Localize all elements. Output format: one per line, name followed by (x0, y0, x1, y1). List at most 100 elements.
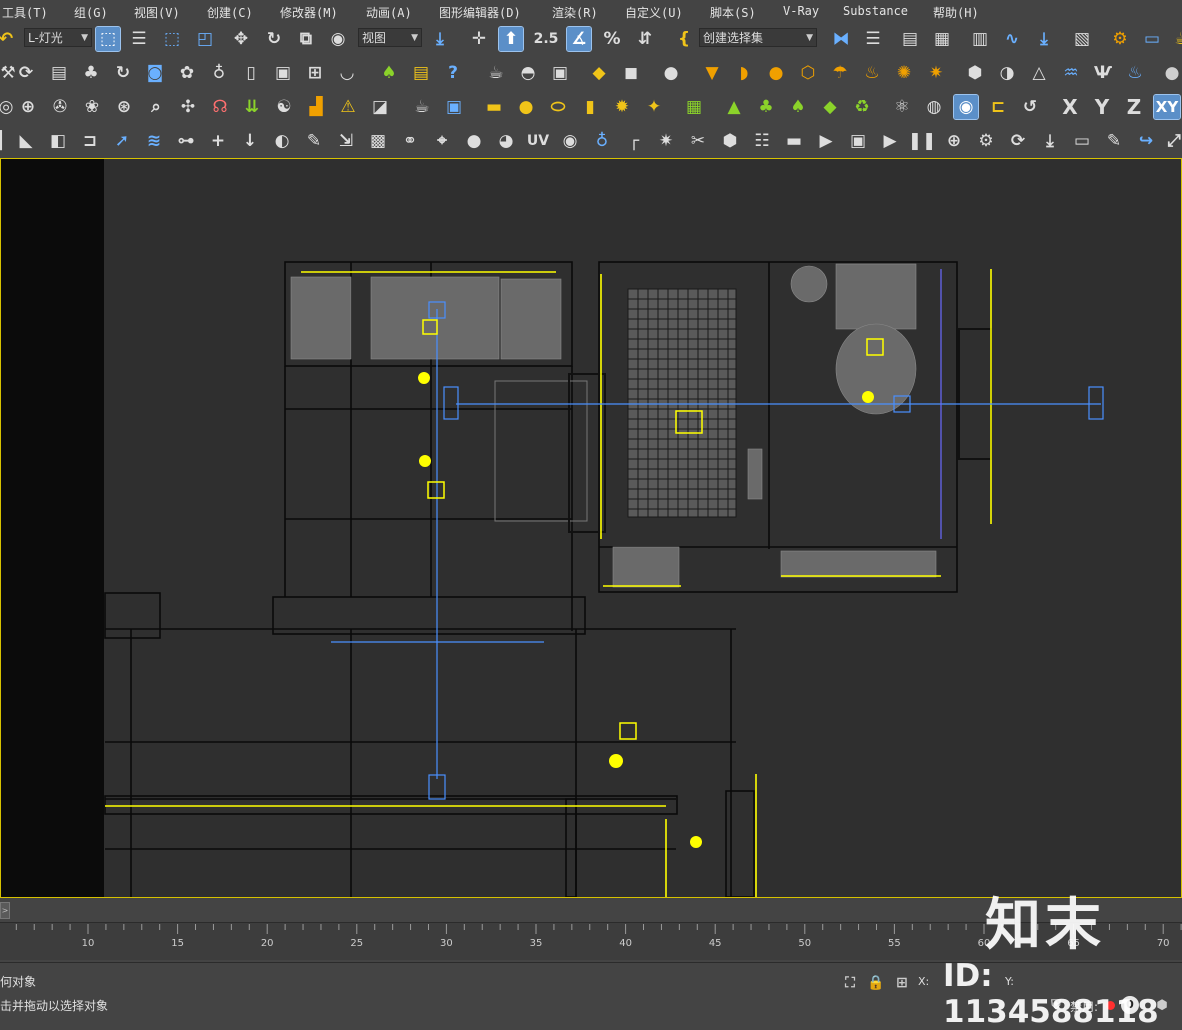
ies-light-icon[interactable]: ☂ (828, 61, 852, 85)
white-sphere-icon[interactable]: ● (462, 129, 486, 153)
leaf-icon[interactable]: ♠ (786, 95, 810, 119)
cycle-icon[interactable]: ↻ (111, 61, 135, 85)
scissors-icon[interactable]: ✂ (686, 129, 710, 153)
percent-snap-icon[interactable]: % (600, 27, 624, 51)
grid-cross-icon[interactable]: ⊞ (303, 61, 327, 85)
sphere-light-round-icon[interactable]: ● (514, 95, 538, 119)
settings-icon[interactable]: ⚙ (974, 129, 998, 153)
axis-y-button[interactable]: Y (1090, 95, 1114, 119)
dome-light-icon[interactable]: ◆ (587, 61, 611, 85)
field-icon[interactable]: ⊕ (16, 95, 40, 119)
scale-icon[interactable]: ⧉ (294, 27, 318, 51)
sphere-half-light-icon[interactable]: ◗ (732, 61, 756, 85)
menu-vray[interactable]: V-Ray (783, 4, 819, 18)
extrude-icon[interactable]: ◧ (46, 129, 70, 153)
sliders-icon[interactable]: ☷ (750, 129, 774, 153)
fur-icon[interactable]: ♒ (1059, 61, 1083, 85)
film-icon[interactable]: ▣ (271, 61, 295, 85)
pause-icon[interactable]: ❚❚ (908, 129, 937, 153)
menu-graph-editors[interactable]: 图形编辑器(D) (439, 4, 521, 21)
double-chevron-down-icon[interactable]: ⇊ (240, 95, 264, 119)
forest-icon[interactable]: ♠ (377, 61, 401, 85)
light-bulb-icon[interactable]: ♁ (590, 129, 614, 153)
triangle-fractal-icon[interactable]: ▲ (722, 95, 746, 119)
vray-frame-icon[interactable]: ▣ (442, 95, 466, 119)
play-icon[interactable]: ▶ (878, 129, 902, 153)
menu-tools[interactable]: 工具(T) (2, 4, 48, 21)
corner-icon[interactable]: ┌ (622, 129, 646, 153)
pencil-icon[interactable]: ✎ (1102, 129, 1126, 153)
sky-icon[interactable]: ✷ (924, 61, 948, 85)
reference-coordinate-dropdown[interactable]: 视图 ▼ (358, 28, 422, 47)
download-icon[interactable]: ⤓ (1038, 129, 1062, 153)
menu-substance[interactable]: Substance (843, 4, 908, 18)
spinner-snap-icon[interactable]: ⇵ (633, 27, 657, 51)
stairs-icon[interactable]: ▟ (304, 95, 328, 119)
frame-icon[interactable]: ▯ (239, 61, 263, 85)
select-by-name-icon[interactable]: ☰ (127, 27, 151, 51)
pivot-center-icon[interactable]: ⤓ (428, 27, 452, 51)
arrow-down-icon[interactable]: ↓ (238, 129, 262, 153)
stack-icon[interactable]: ≋ (142, 129, 166, 153)
cursor-edge-icon[interactable]: ▌ (0, 129, 14, 153)
video-icon[interactable]: ▶ (814, 129, 838, 153)
sync-icon[interactable]: ⟳ (1006, 129, 1030, 153)
select-object-icon[interactable]: ⬚ (95, 26, 121, 52)
refresh-icon[interactable]: ⟳ (14, 61, 38, 85)
magnifier-icon[interactable]: ⌕ (144, 95, 168, 119)
ring-icon[interactable]: ◐ (270, 129, 294, 153)
top-viewport[interactable] (0, 158, 1182, 898)
render-region-icon[interactable]: ▬ (782, 129, 806, 153)
toggle-ribbon-icon[interactable]: ▥ (968, 27, 992, 51)
box-3d-icon[interactable]: ⬢ (718, 129, 742, 153)
pyramid-icon[interactable]: △ (1027, 61, 1051, 85)
menu-rendering[interactable]: 渲染(R) (552, 4, 598, 21)
clover-icon[interactable]: ♣ (754, 95, 778, 119)
archive-icon[interactable]: ▭ (1070, 129, 1094, 153)
sun-burst-icon[interactable]: ✹ (610, 95, 634, 119)
bowl-icon[interactable]: ◡ (335, 61, 359, 85)
layer-dropdown[interactable]: L-灯光 ▼ (24, 28, 92, 47)
menu-modifiers[interactable]: 修改器(M) (280, 4, 338, 21)
bubble-icon[interactable]: ⚛ (890, 95, 914, 119)
material-ball-icon[interactable]: ● (1160, 61, 1182, 85)
sphere-light-icon[interactable]: ● (764, 61, 788, 85)
ambient-light-icon[interactable]: ♨ (860, 61, 884, 85)
rendered-frame-window-icon[interactable]: ▭ (1140, 27, 1164, 51)
hierarchy-icon[interactable]: ⊏ (986, 95, 1010, 119)
named-selection-set-dropdown[interactable]: 创建选择集 ▼ (699, 28, 817, 47)
movie-camera-icon[interactable]: ● (659, 61, 683, 85)
bulb-icon[interactable]: ✦ (642, 95, 666, 119)
history-icon[interactable]: ↺ (1018, 95, 1042, 119)
edit-named-selection-icon[interactable]: { (672, 27, 696, 51)
menu-create[interactable]: 创建(C) (207, 4, 253, 21)
share-icon[interactable]: ✣ (176, 95, 200, 119)
lock-icon[interactable]: 🔒 (864, 971, 888, 995)
curve-editor-icon[interactable]: ∿ (1000, 27, 1024, 51)
uv-button[interactable]: UV (526, 129, 550, 153)
list-panel-icon[interactable]: ▤ (409, 61, 433, 85)
sun-icon[interactable]: ✺ (892, 61, 916, 85)
paint-icon[interactable]: ◕ (494, 129, 518, 153)
menu-animation[interactable]: 动画(A) (366, 4, 412, 21)
pointer-icon[interactable]: ➚ (110, 129, 134, 153)
library-icon[interactable]: ▤ (47, 61, 71, 85)
lamp-pair-icon[interactable]: ☊ (208, 95, 232, 119)
globe-icon[interactable]: ◑ (995, 61, 1019, 85)
mesh-light-icon[interactable]: ⬡ (796, 61, 820, 85)
gear-small-icon[interactable]: ✷ (654, 129, 678, 153)
pick-object-icon[interactable]: ⇲ (334, 129, 358, 153)
rectangle-selection-icon[interactable]: ⬚ (160, 27, 184, 51)
box-open-icon[interactable]: ▣ (548, 61, 572, 85)
move-icon[interactable]: ✥ (229, 27, 253, 51)
help-icon[interactable]: ? (441, 61, 465, 85)
snaps-toggle-icon[interactable]: 2.5 (534, 27, 559, 51)
eye-icon[interactable]: ◉ (558, 129, 582, 153)
target-icon[interactable]: ⌖ (430, 129, 454, 153)
teapot-icon[interactable]: ☕ (484, 61, 508, 85)
cylinder-light-icon[interactable]: ▮ (578, 95, 602, 119)
absolute-mode-icon[interactable]: ⊞ (890, 971, 914, 995)
redo-arrow-icon[interactable]: ↪ (1134, 129, 1158, 153)
undo-icon[interactable]: ↶ (0, 27, 18, 51)
add-list-icon[interactable]: ⊕ (942, 129, 966, 153)
